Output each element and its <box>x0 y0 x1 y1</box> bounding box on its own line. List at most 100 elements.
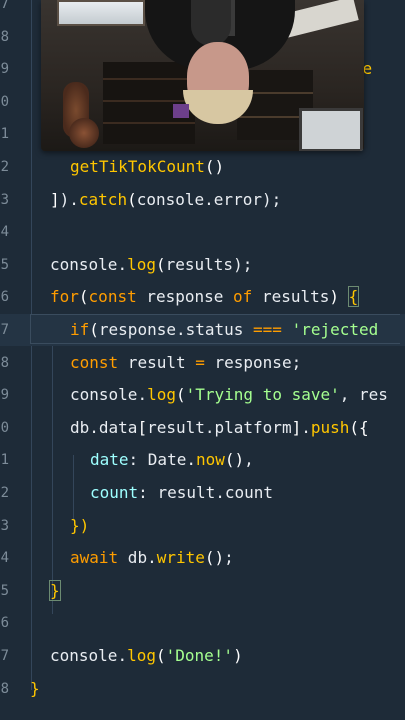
webcam-picture-frame <box>299 108 363 151</box>
code-token: ). <box>59 189 79 209</box>
line-number: 4 <box>0 224 9 241</box>
line-number: 2 <box>0 159 9 175</box>
code-line[interactable]: 6 for(const response of results) { <box>0 281 405 313</box>
code-token: count <box>90 483 139 502</box>
code-line[interactable]: 8 const result = response; <box>0 347 405 379</box>
webcam-microphone <box>191 0 231 46</box>
code-token: 'rejected <box>291 320 379 339</box>
code-token: ] <box>291 417 302 437</box>
code-token: }) <box>70 515 90 535</box>
code-token: ) <box>233 646 243 665</box>
code-token: ( <box>127 189 137 209</box>
code-token: console <box>50 646 118 665</box>
code-text: for(const response of results) { <box>50 281 360 313</box>
code-token: . <box>204 189 214 209</box>
code-line[interactable]: 9 console.log('Trying to save', res <box>0 379 405 411</box>
code-line[interactable]: 0 db.data[result.platform].push({ <box>0 412 405 444</box>
code-line[interactable]: 3}) <box>0 510 405 542</box>
code-text: ]).catch(console.error); <box>50 184 281 216</box>
webcam-plant <box>69 118 99 148</box>
line-number: 9 <box>0 387 9 404</box>
code-token: of <box>233 287 253 307</box>
code-token: results <box>165 254 234 274</box>
code-token: log <box>127 254 156 274</box>
webcam-window <box>57 0 145 26</box>
code-token: : result.count <box>138 483 274 502</box>
code-token: getTikTokCount <box>70 157 205 176</box>
code-token: } <box>30 678 40 698</box>
line-number: 1 <box>0 452 9 469</box>
code-line[interactable]: 2 getTikTokCount() <box>0 151 405 183</box>
code-token: const <box>70 352 119 372</box>
code-line[interactable]: 7 console.log('Done!') <box>0 640 405 672</box>
code-token: if <box>70 320 90 339</box>
line-number: 5 <box>0 256 9 273</box>
code-token: catch <box>78 189 128 209</box>
webcam-overlay <box>41 0 364 151</box>
code-text: await db.write(); <box>70 542 234 574</box>
code-token: ; <box>224 548 234 568</box>
code-token: console <box>50 254 118 274</box>
code-token: ({ <box>349 417 369 437</box>
line-number: 7 <box>0 648 9 664</box>
code-line[interactable]: 2 count: result.count <box>0 477 405 509</box>
code-line[interactable]: 6 <box>0 607 405 639</box>
line-number: 6 <box>0 289 9 306</box>
code-token: db. <box>118 548 157 568</box>
line-number: 6 <box>0 615 9 632</box>
code-token: result.platform <box>147 417 292 437</box>
code-token: result <box>118 352 196 372</box>
code-text: console.log(results); <box>50 249 252 281</box>
code-text: }) <box>70 510 89 542</box>
code-token: 'Trying to save' <box>185 385 340 405</box>
code-line[interactable]: 3]).catch(console.error); <box>0 184 405 216</box>
webcam-shelf <box>103 62 195 144</box>
line-number: 4 <box>0 550 9 567</box>
code-token: ); <box>233 254 253 274</box>
code-text: console.log('Done!') <box>50 640 243 672</box>
code-token: () <box>204 157 225 176</box>
code-line[interactable]: 4 await db.write(); <box>0 542 405 574</box>
line-number: 3 <box>0 517 9 534</box>
code-token: ] <box>50 189 60 209</box>
code-token: , <box>244 450 254 470</box>
code-line[interactable]: 5 console.log(results); <box>0 249 405 281</box>
code-line[interactable]: 4 <box>0 216 405 248</box>
code-token: console <box>70 385 138 405</box>
code-token: () <box>204 548 225 568</box>
line-number: 1 <box>0 126 9 143</box>
line-number: 8 <box>0 28 9 45</box>
code-token: ( <box>78 287 89 307</box>
code-token: date <box>90 450 129 470</box>
code-line[interactable]: 7 if(response.status === 'rejected <box>0 314 405 346</box>
line-number: 5 <box>0 582 9 599</box>
line-number: 7 <box>0 322 9 338</box>
code-token: ( <box>155 254 166 274</box>
code-text: getTikTokCount() <box>70 151 224 183</box>
code-token: ( <box>89 320 99 339</box>
line-number: 9 <box>0 61 9 78</box>
code-token: db.data <box>70 417 138 437</box>
code-token: . <box>137 385 148 405</box>
code-line[interactable]: 5} <box>0 575 405 607</box>
code-token: log <box>147 385 176 405</box>
code-text: db.data[result.platform].push({ <box>70 412 369 444</box>
code-token: error <box>213 189 262 209</box>
code-token: ) <box>329 287 349 307</box>
line-number: 7 <box>0 0 9 12</box>
code-token: await <box>70 548 119 568</box>
code-text: const result = response; <box>70 347 301 379</box>
code-line[interactable]: 1 date: Date.now(), <box>0 444 405 476</box>
code-text: date: Date.now(), <box>90 444 254 476</box>
line-number: 2 <box>0 485 9 501</box>
code-token: now <box>195 450 225 470</box>
code-line[interactable]: 8} <box>0 673 405 705</box>
line-number: 0 <box>0 419 9 436</box>
code-token: . <box>117 254 128 274</box>
code-token: . <box>301 417 311 437</box>
code-token: response <box>136 287 234 307</box>
webcam-badge <box>173 104 189 118</box>
code-token: { <box>347 286 360 308</box>
code-token: ); <box>261 189 282 209</box>
